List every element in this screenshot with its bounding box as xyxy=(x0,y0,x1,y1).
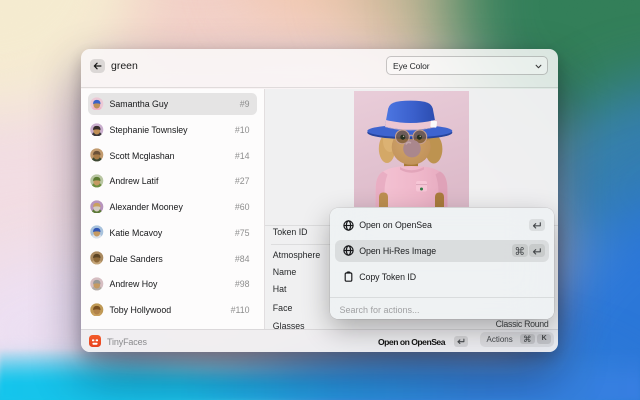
svg-text:⌘: ⌘ xyxy=(515,247,525,258)
